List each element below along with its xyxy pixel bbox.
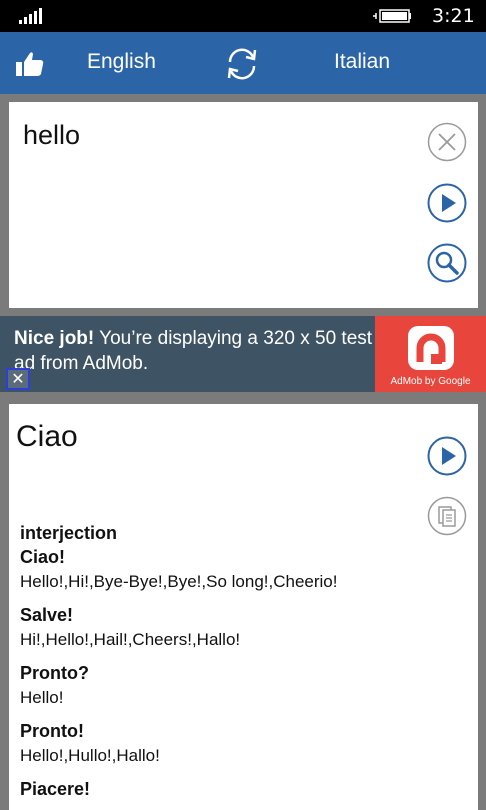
language-header: English Italian [0,32,486,94]
entry-word: Salve! [20,605,74,625]
signal-strength-icon [19,8,42,24]
list-item: Pronto! Hello!,Hullo!,Hallo! [20,719,420,769]
ad-brand: AdMob by Google [390,376,471,387]
search-icon[interactable] [427,243,467,283]
clock: 3:21 [432,5,475,27]
status-bar: 3:21 [0,0,486,32]
ad-text: Nice job! You’re displaying a 320 x 50 t… [14,326,374,376]
entry-meanings: Hi!,Hello!,Hail!,Cheers!,Hallo! [20,630,241,649]
entry-word: Pronto! [20,721,84,741]
clear-icon[interactable] [427,122,467,162]
admob-logo: AdMob by Google [375,316,486,392]
source-language-button[interactable]: English [87,50,156,74]
list-item: Pronto? Hello! [20,661,420,711]
thumbs-up-icon[interactable] [15,49,45,79]
entry-meanings: Hello!,Hullo!,Hallo! [20,746,160,765]
play-icon[interactable] [427,183,467,223]
input-panel: hello [9,102,478,308]
list-item: Salve! Hi!,Hello!,Hail!,Cheers!,Hallo! [20,603,420,653]
admob-logo-icon [408,326,454,370]
ad-banner[interactable]: Nice job! You’re displaying a 320 x 50 t… [0,316,486,392]
output-panel: Ciao interjection Ciao! Hello!,Hi!,Bye-B… [9,404,478,810]
entry-word: Ciao! [20,547,65,567]
ad-bold-text: Nice job! [14,328,95,349]
entry-meanings: Hello! [20,688,64,707]
entry-word: Pronto? [20,663,89,683]
battery-icon [373,9,411,23]
swap-languages-icon[interactable] [222,44,262,84]
entry-meanings: Hello!,Hi!,Bye-Bye!,Bye!,So long!,Cheeri… [20,572,338,591]
copy-icon[interactable] [427,496,467,536]
list-item: Piacere! [20,777,420,801]
translation-text: Ciao [16,420,78,453]
ad-close-button[interactable]: ✕ [6,368,30,390]
definitions-list: interjection Ciao! Hello!,Hi!,Bye-Bye!,B… [20,521,420,809]
source-text-input[interactable]: hello [23,120,80,151]
entry-word: Piacere! [20,779,91,799]
target-language-button[interactable]: Italian [334,50,390,74]
part-of-speech: interjection [20,523,118,543]
play-icon[interactable] [427,436,467,476]
list-item: Ciao! Hello!,Hi!,Bye-Bye!,Bye!,So long!,… [20,545,420,595]
